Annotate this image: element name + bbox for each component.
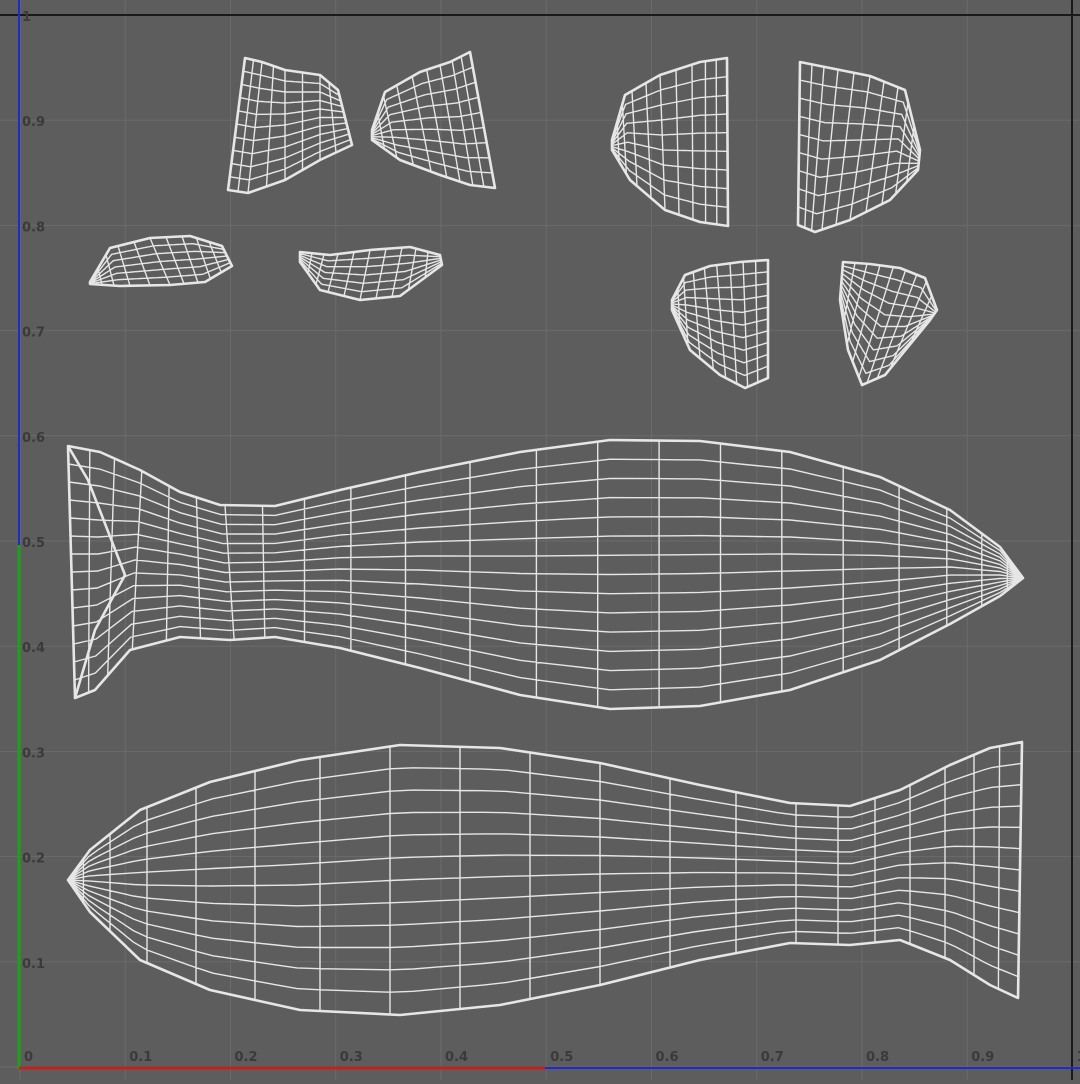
u-tick-label: 0.9 [971, 1050, 994, 1065]
v-tick-label: 0.8 [22, 220, 45, 235]
u-tick-label: 0.8 [866, 1050, 889, 1065]
u-tick-label: 0.2 [235, 1050, 258, 1065]
v-tick-label: 0.1 [22, 957, 45, 972]
v-tick-label: 0.6 [22, 431, 45, 446]
u-tick-label: 0.4 [445, 1050, 468, 1065]
u-tick-label: 0.3 [340, 1050, 363, 1065]
u-tick-label: 0.6 [656, 1050, 679, 1065]
u-tick-label: 0.7 [761, 1050, 784, 1065]
u-tick-label: 0.1 [129, 1050, 152, 1065]
v-tick-label: 0.7 [22, 326, 45, 341]
u-tick-label: 0.5 [550, 1050, 573, 1065]
uv-canvas[interactable]: 0 0.1 0.2 0.3 0.4 0.5 0.6 0.7 0.8 0.9 1 0.1 0.2 0.3 0.… [0, 0, 1080, 1080]
v-tick-label: 0.4 [22, 641, 45, 656]
v-tick-label: 0.3 [22, 746, 45, 761]
v-tick-label: 0.9 [22, 115, 45, 130]
v-tick-label: 0.2 [22, 852, 45, 867]
v-tick-label: 0.5 [22, 536, 45, 551]
uv-editor-viewport[interactable]: 0 0.1 0.2 0.3 0.4 0.5 0.6 0.7 0.8 0.9 1 0.1 0.2 0.3 0.… [0, 0, 1080, 1080]
body-shell-top-fork [68, 446, 126, 700]
v-tick-label: 1 [22, 10, 31, 25]
u-tick-label: 1 [1077, 1050, 1080, 1065]
u-tick-label: 0 [24, 1050, 33, 1065]
